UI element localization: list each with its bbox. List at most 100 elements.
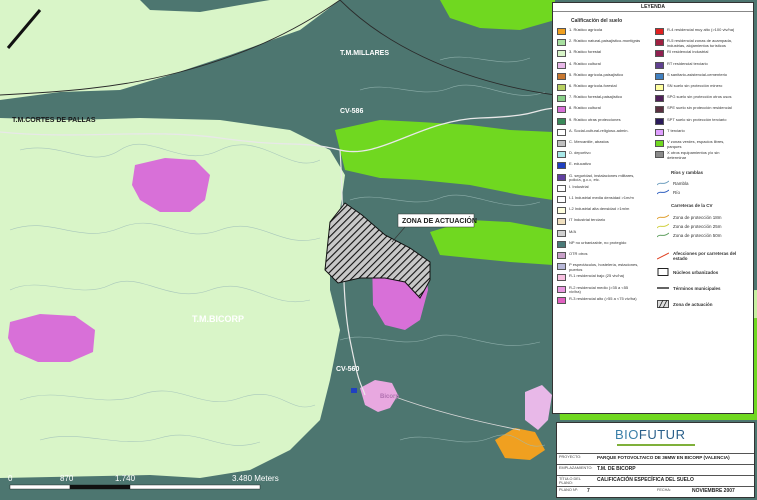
legend-left_items-item: 6. Rústico agrícola-forestal <box>557 83 641 93</box>
legend-left_items-item: NP no urbanizable, no protegido <box>557 239 641 250</box>
legend-left_items-label: I-1 Industrial media densidad >1m/m <box>569 195 634 200</box>
legend-left_items-swatch <box>557 95 566 103</box>
tb-fecha: NOVIEMBRE 2007 <box>692 488 735 494</box>
legend-left_items-item: 5. Rústico agrícola-paisajístico <box>557 72 641 82</box>
legend-left_items-swatch <box>557 84 566 91</box>
legend-left_items-swatch <box>557 50 566 58</box>
legend-left_items-label: 6. Rústico agrícola-forestal <box>569 83 617 88</box>
legend-right_items-label: RI residencial industrial <box>667 49 709 55</box>
legend-left_items-item: P espectáculos, hostelería, estaciones, … <box>557 262 641 272</box>
legend-right_items-item: V zonas verdes, espacios libres, parques <box>655 139 739 149</box>
logo-underline <box>617 444 695 446</box>
legend-right_items-label: R-4 residencial muy alto (>100 viv/ha) <box>667 27 735 32</box>
legend-left_items-item: C. Mercantile, abastos <box>557 139 641 149</box>
legend-left_items-label: I-2 Industrial alta densidad >1m/m <box>569 206 630 212</box>
legend-right_items-item: R-5 residencial zonas de acampada, indus… <box>655 38 739 48</box>
legend-right_items-swatch <box>655 128 664 136</box>
legend-right_items-swatch <box>655 72 664 80</box>
legend-left_items-item: R-3 residencial alto (>55 a <75 viv/ha) <box>557 295 641 306</box>
legend-left_items-item: I. Industrial <box>557 183 641 194</box>
legend-subtitle: Calificación del suelo <box>571 18 623 24</box>
scale-tick-1: 870 <box>60 474 74 483</box>
legend-left_items-item: R-2 residencial medio (>35 a <55 viv/ha) <box>557 284 641 295</box>
town-block <box>351 388 357 393</box>
legend-left_items-label: G. seguridad, instalaciones militares, p… <box>569 172 635 183</box>
legend-right_items-swatch <box>655 95 664 103</box>
label-town: Bicorp <box>380 394 399 400</box>
legend-left_items-item: G. seguridad, instalaciones militares, p… <box>557 172 641 183</box>
label-tm-bicorp: T.M.BICORP <box>192 314 244 324</box>
biofutur-logo: BIOFUTUR <box>615 427 686 442</box>
legend-right_items-item: S sanitario-asistencial-cementerio <box>655 72 739 82</box>
legend-left_items-swatch <box>557 140 566 147</box>
legend-right_items-item: SPG suelo sin protección otros usos <box>655 95 739 104</box>
scale-tick-0: 0 <box>8 474 13 483</box>
legend-right_items-swatch <box>655 106 664 114</box>
scale-tick-3: 3.480 Meters <box>232 474 279 483</box>
nucleos-square-icon <box>657 268 669 276</box>
legend-left_items-label: OTR otros <box>569 251 588 256</box>
legend-left_items-swatch <box>557 207 566 215</box>
legend-left_items-swatch <box>557 162 566 170</box>
legend-right_items-item: RT residencial terciario <box>655 61 739 71</box>
legend-left_items-label: IT Industrial terciario <box>569 217 606 223</box>
legend-panel: LEYENDA Calificación del suelo 1. Rústic… <box>552 2 754 414</box>
legend-zona: Zona de actuación <box>657 300 713 308</box>
legend-left_items-item: 2. Rústico natural-paisajístico-montigrá… <box>557 39 641 48</box>
legend-left_items-swatch <box>557 274 566 282</box>
legend-right_items-swatch <box>655 84 664 91</box>
legend-right_items-label: SN suelo sin protección minero <box>667 83 723 88</box>
legend-left_items-item: OTR otros <box>557 251 641 261</box>
legend-left_items-label: 3. Rústico forestal <box>569 49 602 55</box>
legend-left_items-label: 9. Rústico otras protecciones <box>569 116 621 122</box>
legend-left_items-swatch <box>557 184 566 192</box>
label-tm-millares: T.M.MILLARES <box>340 50 389 57</box>
legend-left_items-item: 4. Rústico cultural <box>557 61 641 71</box>
legend-terminos: Términos municipales <box>657 284 721 292</box>
legend-left_items-label: A. Social-cultural-religioso-admin. <box>569 127 629 133</box>
legend-left_items-item: 3. Rústico forestal <box>557 50 641 59</box>
legend-left_items-item: I-1 Industrial media densidad >1m/m <box>557 195 641 205</box>
legend-left_items-label: I. Industrial <box>569 183 589 189</box>
legend-left_items-item: 9. Rústico otras protecciones <box>557 116 641 127</box>
legend-left_items-swatch <box>557 61 566 69</box>
legend-left_items-item: IT Industrial terciario <box>557 218 641 227</box>
tb-proyecto: PARQUE FOTOVOLTAICO DE 36MW EN BICORP (V… <box>597 455 730 460</box>
legend-right_items-label: SPG suelo sin protección otros usos <box>667 94 732 100</box>
legend-left_items-swatch <box>557 263 566 271</box>
legend-left_items-label: C. Mercantile, abastos <box>569 139 609 144</box>
legend-left_items-swatch <box>557 151 566 159</box>
legend-left_items-label: NP no urbanizable, no protegido <box>569 239 627 245</box>
legend-afecciones: Afecciones por carreteras del estado <box>657 251 743 261</box>
legend-left_items-swatch <box>557 229 566 237</box>
legend-left_items-label: 7. Rústico forestal-paisajístico <box>569 94 623 100</box>
rios-line-icon <box>657 189 669 195</box>
legend-left_items-label: 2. Rústico natural-paisajístico-montigrá… <box>569 38 641 44</box>
legend-left_items-item: 7. Rústico forestal-paisajístico <box>557 95 641 104</box>
legend-left_items-swatch <box>557 252 566 259</box>
legend-left_items-item: M/A <box>557 228 641 239</box>
legend-right_items-swatch <box>655 151 664 159</box>
legend-left_items-swatch <box>557 218 566 226</box>
legend-carreteras-title: Carreteras de la CV <box>671 203 713 208</box>
legend-left_items-label: M/A <box>569 228 577 234</box>
legend-right_items-label: SPT suelo sin protección terciario <box>667 116 727 122</box>
legend-right_items-item: SPT suelo sin protección terciario <box>655 116 739 127</box>
carreteras-line-icon <box>657 232 669 238</box>
zona-callout-label: ZONA DE ACTUACIÓN <box>402 216 477 225</box>
label-cv586: CV-586 <box>340 108 363 115</box>
carreteras-line-icon <box>657 214 669 220</box>
legend-left_items-label: R-2 residencial medio (>35 a <55 viv/ha) <box>569 284 629 295</box>
legend-right_items-item: T terciario <box>655 128 739 138</box>
legend-right_items-label: SPE suelo sin protección residencial <box>667 105 732 111</box>
legend-right_items-swatch <box>655 140 664 147</box>
legend-left_items-swatch <box>557 240 566 248</box>
legend-right_items-label: X otros equipamientos y/o sin determinar <box>667 150 720 160</box>
legend-carreteras-item: Zona de protección 50m <box>657 231 722 239</box>
legend-left_items-label: R-3 residencial alto (>55 a <75 viv/ha) <box>569 295 637 301</box>
legend-left_items-swatch <box>557 128 566 136</box>
legend-left_items-item: A. Social-cultural-religioso-admin. <box>557 127 641 138</box>
terminos-line-icon <box>657 287 669 289</box>
legend-right_items-label: V zonas verdes, espacios libres, parques <box>667 139 725 149</box>
scale-tick-2: 1.740 <box>115 474 136 483</box>
